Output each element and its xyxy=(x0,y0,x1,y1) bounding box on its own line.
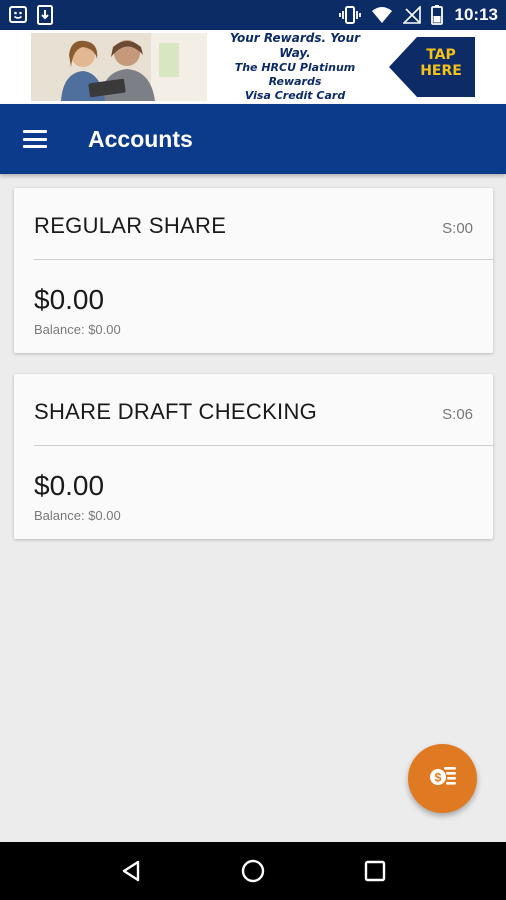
download-icon xyxy=(36,5,54,25)
banner-subline-2: Visa Credit Card xyxy=(244,88,346,102)
account-card[interactable]: REGULAR SHARE S:00 $0.00 Balance: $0.00 xyxy=(14,188,493,353)
battery-icon xyxy=(430,5,443,25)
svg-text:$: $ xyxy=(434,771,441,785)
menu-button[interactable] xyxy=(0,104,70,174)
no-signal-icon xyxy=(402,6,421,24)
transfer-fab-button[interactable]: $ xyxy=(408,744,477,813)
account-amount: $0.00 xyxy=(34,470,105,501)
banner-headline: Your Rewards. Your Way. xyxy=(229,31,361,61)
hamburger-icon xyxy=(23,130,47,148)
page-title: Accounts xyxy=(88,125,193,152)
wifi-icon xyxy=(371,6,393,24)
banner-text: Your Rewards. Your Way. The HRCU Platinu… xyxy=(207,31,383,102)
messenger-icon xyxy=(8,5,28,25)
tap-here-button[interactable]: TAP HERE xyxy=(383,33,475,101)
account-amount: $0.00 xyxy=(34,284,105,315)
app-bar: Accounts xyxy=(0,104,506,174)
tap-label-1: TAP xyxy=(426,47,456,63)
transfer-money-icon: $ xyxy=(429,764,457,793)
account-code: S:06 xyxy=(442,406,473,423)
status-bar: 10:13 xyxy=(0,0,506,30)
back-button[interactable] xyxy=(101,842,161,900)
banner-subline: The HRCU Platinum Rewards xyxy=(234,61,356,89)
vibrate-icon xyxy=(338,5,361,25)
banner-photo xyxy=(31,33,207,101)
system-nav-bar xyxy=(0,842,506,900)
account-code: S:00 xyxy=(442,220,473,237)
home-button[interactable] xyxy=(223,842,283,900)
home-icon xyxy=(241,859,265,883)
promo-banner[interactable]: Your Rewards. Your Way. The HRCU Platinu… xyxy=(0,30,506,104)
back-icon xyxy=(122,860,140,882)
account-balance: Balance: $0.00 xyxy=(34,322,121,337)
recents-button[interactable] xyxy=(345,842,405,900)
clock: 10:13 xyxy=(454,5,498,24)
account-card[interactable]: SHARE DRAFT CHECKING S:06 $0.00 Balance:… xyxy=(14,374,493,539)
account-name: REGULAR SHARE xyxy=(34,213,227,238)
tap-label-2: HERE xyxy=(420,63,462,80)
account-balance: Balance: $0.00 xyxy=(34,508,121,523)
recents-icon xyxy=(364,860,386,882)
account-name: SHARE DRAFT CHECKING xyxy=(34,399,318,424)
